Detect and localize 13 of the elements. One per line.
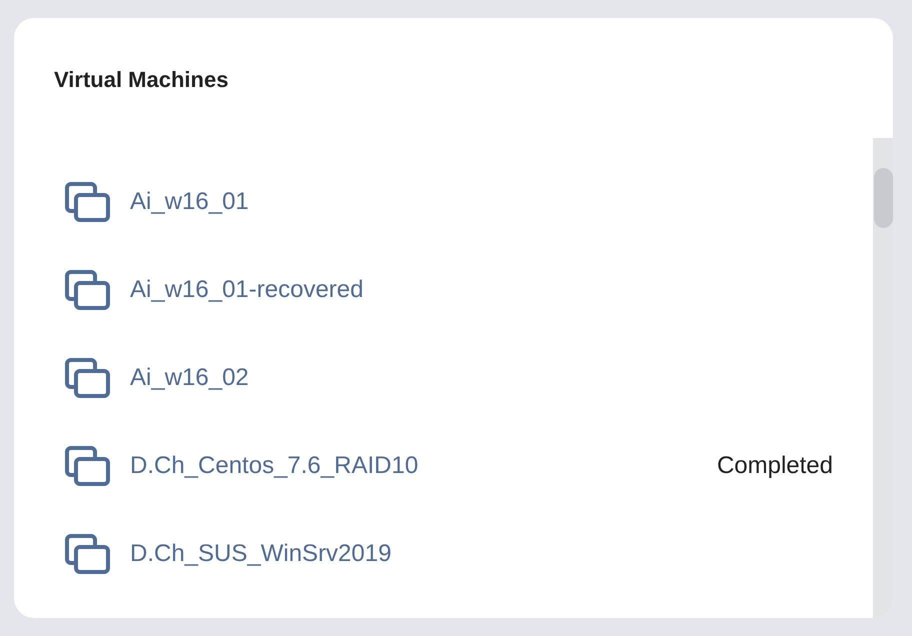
scrollbar-thumb[interactable]: [874, 168, 892, 228]
vm-link[interactable]: Ai_w16_01-recovered: [130, 272, 364, 308]
copy-windows-icon: [64, 357, 110, 399]
copy-windows-icon: [64, 181, 110, 223]
vm-link[interactable]: D.Ch_Centos_7.6_RAID10: [130, 448, 418, 484]
vm-link[interactable]: D.Ch_SUS_WinSrv2019: [130, 536, 392, 572]
copy-windows-icon: [64, 269, 110, 311]
vm-link[interactable]: Ai_w16_02: [130, 360, 249, 396]
copy-windows-icon: [64, 533, 110, 575]
copy-windows-icon: [64, 445, 110, 487]
panel-title: Virtual Machines: [54, 66, 230, 94]
status-text: Completed: [716, 451, 833, 481]
vm-link[interactable]: Ai_w16_01: [130, 184, 249, 220]
